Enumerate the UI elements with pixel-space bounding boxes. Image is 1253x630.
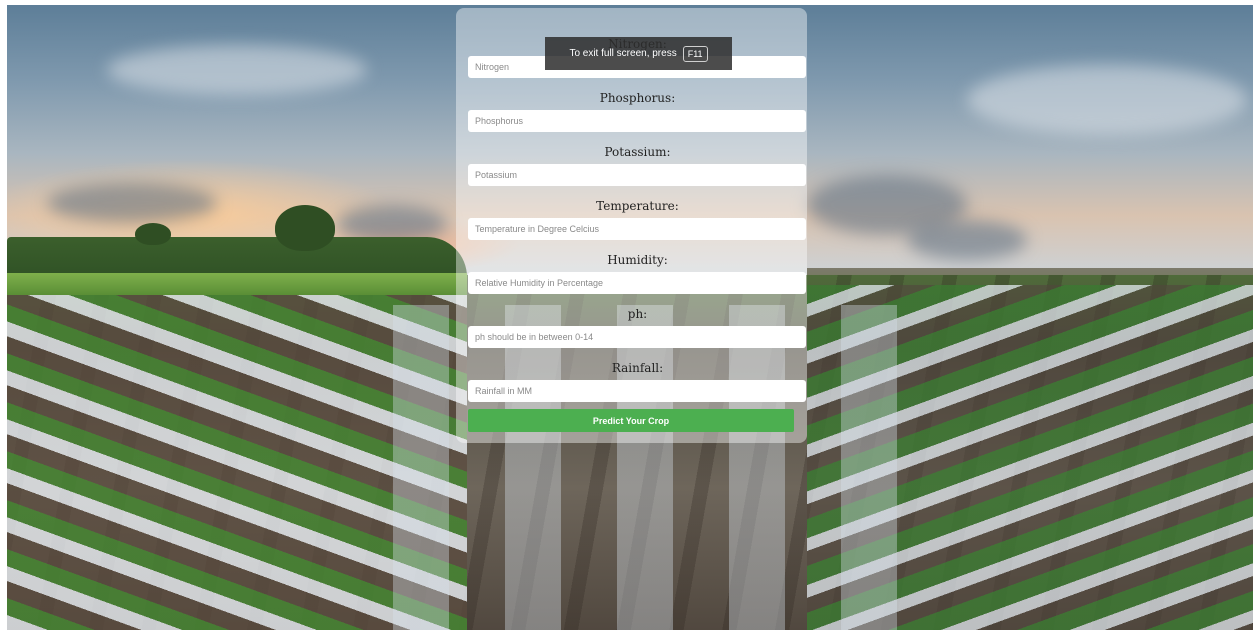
exit-fullscreen-notice: To exit full screen, press F11 (545, 37, 732, 70)
exit-fullscreen-text: To exit full screen, press (569, 48, 677, 59)
cloud (107, 45, 367, 95)
cloud (907, 220, 1027, 260)
ph-field-group: ph: (468, 306, 807, 348)
page: Nitrogen: Phosphorus: Potassium: Tempera… (7, 5, 1253, 630)
humidity-input[interactable] (468, 272, 806, 294)
rainfall-label: Rainfall: (611, 361, 664, 375)
tree (135, 223, 171, 245)
cloud (967, 65, 1247, 135)
temperature-input[interactable] (468, 218, 806, 240)
humidity-label: Humidity: (607, 253, 668, 267)
ph-label: ph: (627, 307, 648, 321)
tree (275, 205, 335, 251)
potassium-input[interactable] (468, 164, 806, 186)
rainfall-input[interactable] (468, 380, 806, 402)
potassium-label: Potassium: (604, 145, 671, 159)
predict-your-crop-button[interactable]: Predict Your Crop (468, 409, 794, 432)
phosphorus-input[interactable] (468, 110, 806, 132)
temperature-label: Temperature: (596, 199, 679, 213)
cloud (47, 183, 217, 223)
f11-key-badge: F11 (682, 45, 708, 62)
crop-prediction-form: Nitrogen: Phosphorus: Potassium: Tempera… (456, 8, 807, 443)
humidity-field-group: Humidity: (468, 252, 807, 294)
potassium-field-group: Potassium: (468, 144, 807, 186)
temperature-field-group: Temperature: (468, 198, 807, 240)
phosphorus-field-group: Phosphorus: (468, 90, 807, 132)
grass-band (7, 273, 467, 295)
rainfall-field-group: Rainfall: (468, 360, 807, 402)
phosphorus-label: Phosphorus: (599, 91, 676, 105)
ph-input[interactable] (468, 326, 806, 348)
